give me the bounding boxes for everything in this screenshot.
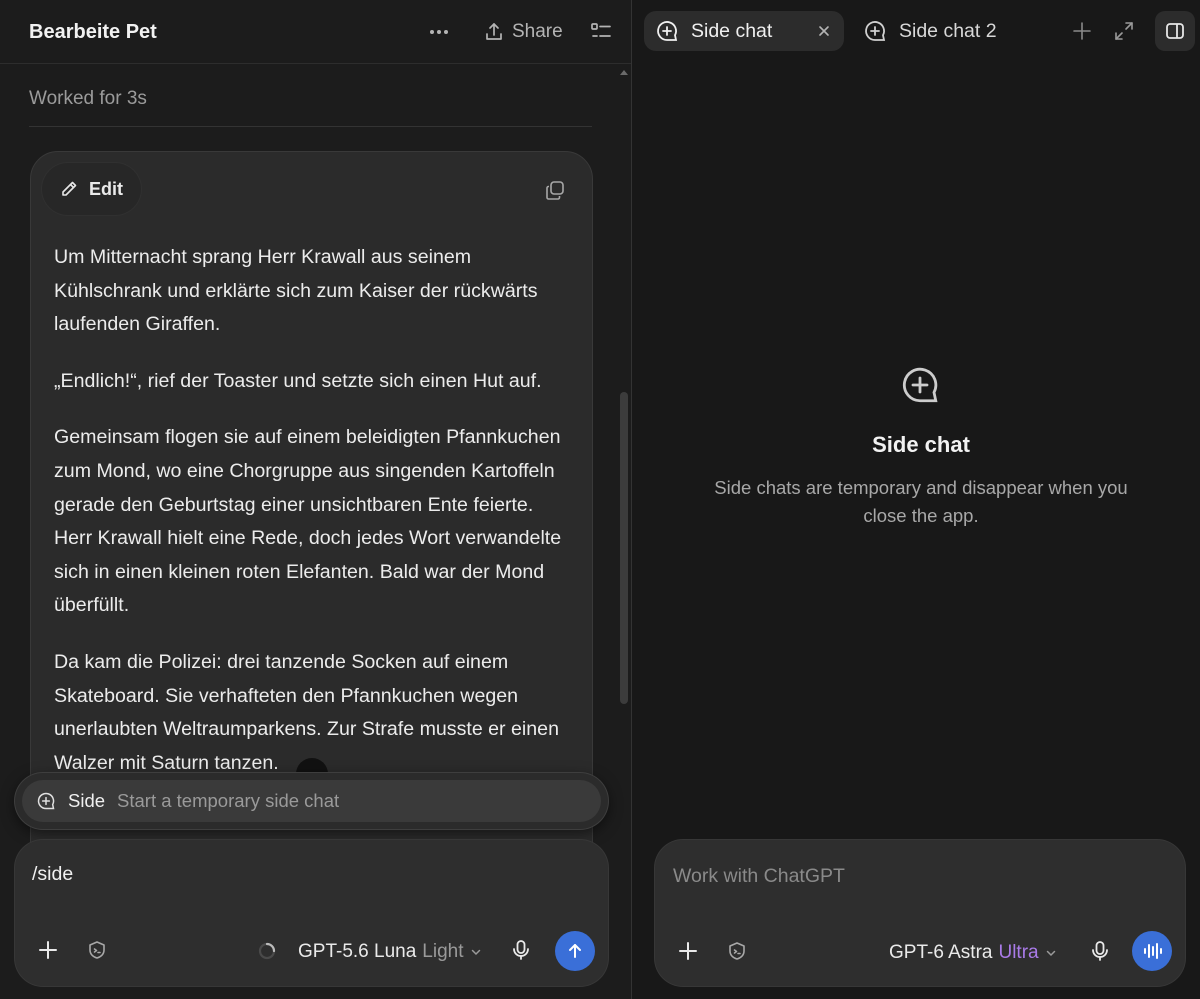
ellipsis-icon — [430, 30, 448, 34]
model-name: GPT-5.6 Luna — [298, 941, 417, 962]
scroll-up-arrow[interactable] — [620, 70, 628, 75]
composer-input[interactable]: /side — [32, 863, 73, 886]
side-chat-input[interactable] — [673, 865, 973, 888]
paragraph: Um Mitternacht sprang Herr Krawall aus s… — [54, 246, 538, 336]
chat-header: Bearbeite Pet Share — [0, 0, 631, 64]
outline-button[interactable] — [589, 20, 613, 44]
voice-waveform-icon — [1144, 943, 1162, 959]
empty-state-title: Side chat — [872, 432, 970, 457]
arrow-up-icon — [569, 944, 581, 958]
toggle-sidebar-button[interactable] — [1155, 11, 1195, 51]
command-suggestion-popup: Side Start a temporary side chat — [15, 773, 608, 829]
new-side-chat-button[interactable] — [1071, 20, 1093, 42]
chevron-down-icon — [471, 949, 480, 956]
side-command-option[interactable]: Side Start a temporary side chat — [22, 780, 601, 822]
side-chat-icon — [865, 21, 886, 41]
conversation-title[interactable]: Bearbeite Pet — [29, 21, 157, 44]
copy-button[interactable] — [544, 179, 566, 201]
empty-state-description: Side chats are temporary and disappear w… — [714, 477, 1128, 526]
add-attachment-button[interactable] — [36, 938, 60, 962]
tab-side-chat[interactable]: Side chat — [644, 11, 844, 51]
tools-button[interactable] — [86, 939, 108, 961]
pencil-icon — [62, 181, 77, 196]
side-chat-icon — [37, 792, 55, 810]
model-name: GPT-6 Astra — [889, 942, 993, 963]
side-chat-composer: GPT-6 Astra Ultra — [655, 840, 1185, 986]
tab-side-chat-2[interactable]: Side chat 2 — [852, 11, 1012, 51]
chevron-down-icon — [1046, 950, 1055, 957]
main-composer: /side GPT-5.6 Luna Light — [15, 840, 608, 986]
share-label: Share — [512, 21, 563, 42]
tab-label: Side chat — [691, 19, 773, 42]
add-attachment-button[interactable] — [676, 939, 700, 963]
spinner-icon — [258, 942, 276, 960]
loading-spinner — [258, 942, 276, 960]
edit-button[interactable]: Edit — [42, 163, 141, 215]
story-text: Um Mitternacht sprang Herr Krawall aus s… — [54, 241, 574, 803]
suggestion-description: Start a temporary side chat — [117, 790, 340, 811]
share-button[interactable]: Share — [484, 20, 563, 44]
suggestion-command: Side — [68, 790, 106, 811]
main-chat-pane: Bearbeite Pet Share Worked for 3s Edit U… — [0, 0, 631, 999]
work-status[interactable]: Worked for 3s — [29, 88, 147, 110]
scrollbar-thumb[interactable] — [620, 392, 628, 704]
expand-icon — [1115, 22, 1133, 40]
close-icon — [819, 26, 829, 36]
dictation-button[interactable] — [509, 938, 533, 962]
side-chat-pane: Side chat Side chat 2 Side chat Side cha… — [632, 0, 1200, 999]
dictation-button[interactable] — [1088, 939, 1112, 963]
more-options-button[interactable] — [426, 20, 452, 44]
tools-icon — [729, 942, 745, 960]
edit-label: Edit — [89, 178, 123, 199]
paragraph: „Endlich!“, rief der Toaster und setzte … — [54, 369, 542, 392]
mic-icon — [513, 940, 529, 960]
copy-icon — [546, 181, 564, 200]
mic-icon — [1092, 941, 1108, 961]
side-chat-icon — [902, 367, 938, 403]
tools-button[interactable] — [726, 940, 748, 962]
model-selector[interactable]: GPT-6 Astra Ultra — [889, 942, 1057, 964]
model-tier: Light — [422, 941, 464, 962]
voice-mode-button[interactable] — [1132, 931, 1172, 971]
plus-icon — [679, 942, 697, 960]
plus-icon — [39, 941, 57, 959]
paragraph: Gemeinsam flogen sie auf einem beleidigt… — [54, 426, 562, 617]
tab-label: Side chat 2 — [899, 19, 997, 42]
sidebar-icon — [1166, 23, 1184, 39]
send-button[interactable] — [555, 931, 595, 971]
list-icon — [591, 23, 611, 37]
tools-icon — [89, 941, 105, 959]
side-chat-icon — [657, 21, 678, 41]
plus-icon — [1073, 22, 1091, 40]
divider — [29, 126, 592, 127]
model-tier: Ultra — [998, 942, 1039, 963]
close-tab-button[interactable] — [816, 23, 832, 39]
expand-button[interactable] — [1113, 20, 1135, 42]
share-icon — [486, 23, 502, 40]
model-selector[interactable]: GPT-5.6 Luna Light — [298, 941, 482, 963]
